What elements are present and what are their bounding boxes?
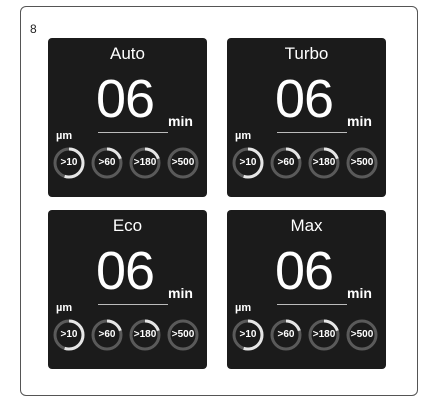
- time-value: 06: [275, 69, 334, 129]
- particle-unit-label: µm: [235, 130, 252, 142]
- particle-gauges: >10 >60 >180 >500: [52, 146, 204, 180]
- particle-gauge: >60: [269, 146, 303, 180]
- gauge-label: >10: [239, 329, 257, 340]
- gauge-label: >180: [312, 157, 336, 168]
- page-number: 8: [30, 22, 37, 36]
- particle-unit-label: µm: [235, 302, 252, 314]
- divider: [98, 132, 168, 133]
- display-panel-auto: Auto 06 min µm >10 >60 >180 >500: [48, 38, 207, 197]
- mode-label: Auto: [110, 44, 145, 63]
- particle-gauge: >10: [52, 146, 86, 180]
- particle-gauge: >60: [269, 318, 303, 352]
- particle-gauge: >500: [345, 146, 379, 180]
- gauge-label: >60: [98, 329, 116, 340]
- gauge-label: >500: [350, 157, 374, 168]
- particle-gauge: >10: [231, 318, 265, 352]
- particle-gauges: >10 >60 >180 >500: [52, 318, 204, 352]
- gauge-label: >60: [98, 157, 116, 168]
- particle-gauge: >500: [345, 318, 379, 352]
- gauge-label: >180: [133, 329, 157, 340]
- time-value: 06: [96, 241, 155, 301]
- gauge-label: >500: [171, 157, 195, 168]
- particle-gauge: >60: [90, 146, 124, 180]
- particle-gauge: >500: [166, 146, 200, 180]
- particle-gauge: >180: [307, 146, 341, 180]
- time-value: 06: [275, 241, 334, 301]
- gauge-label: >180: [133, 157, 157, 168]
- display-panel-eco: Eco 06 min µm >10 >60 >180 >500: [48, 210, 207, 369]
- time-unit: min: [347, 285, 372, 301]
- gauge-label: >10: [60, 329, 78, 340]
- divider: [277, 132, 347, 133]
- particle-gauges: >10 >60 >180 >500: [231, 318, 383, 352]
- particle-unit-label: µm: [56, 130, 73, 142]
- gauge-label: >500: [350, 329, 374, 340]
- particle-gauge: >180: [307, 318, 341, 352]
- particle-gauge: >180: [128, 318, 162, 352]
- gauge-label: >10: [239, 157, 257, 168]
- particle-gauges: >10 >60 >180 >500: [231, 146, 383, 180]
- display-panel-max: Max 06 min µm >10 >60 >180 >500: [227, 210, 386, 369]
- time-unit: min: [168, 285, 193, 301]
- particle-unit-label: µm: [56, 302, 73, 314]
- mode-label: Max: [290, 216, 323, 235]
- mode-label: Eco: [112, 216, 143, 235]
- divider: [98, 304, 168, 305]
- particle-gauge: >60: [90, 318, 124, 352]
- particle-gauge: >10: [52, 318, 86, 352]
- display-panel-turbo: Turbo 06 min µm >10 >60 >180 >500: [227, 38, 386, 197]
- particle-gauge: >500: [166, 318, 200, 352]
- gauge-label: >180: [312, 329, 336, 340]
- gauge-label: >500: [171, 329, 195, 340]
- mode-label: Turbo: [284, 44, 329, 63]
- time-unit: min: [168, 113, 193, 129]
- particle-gauge: >10: [231, 146, 265, 180]
- time-value: 06: [96, 69, 155, 129]
- gauge-label: >60: [277, 329, 295, 340]
- particle-gauge: >180: [128, 146, 162, 180]
- gauge-label: >60: [277, 157, 295, 168]
- time-unit: min: [347, 113, 372, 129]
- divider: [277, 304, 347, 305]
- gauge-label: >10: [60, 157, 78, 168]
